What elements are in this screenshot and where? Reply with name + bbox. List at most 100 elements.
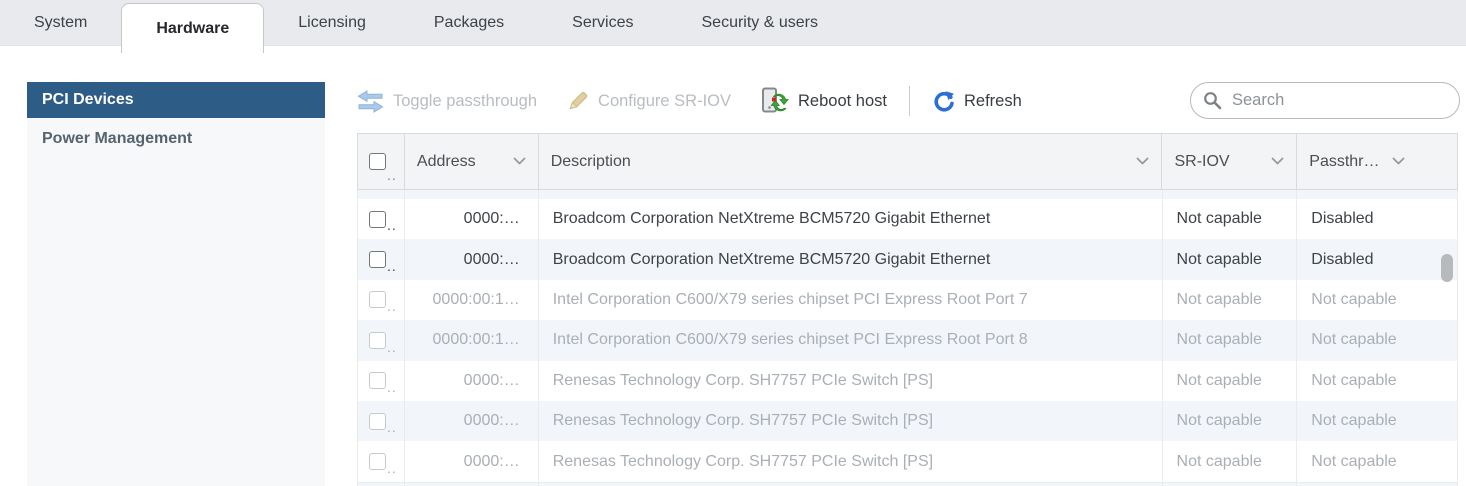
table-row[interactable]: .. 0000:00:1… Intel Corporation C600/X79… <box>358 279 1457 321</box>
configure-sriov-button[interactable]: Configure SR-IOV <box>567 90 731 112</box>
select-all-checkbox[interactable] <box>369 153 386 170</box>
row-checkbox[interactable] <box>369 251 386 269</box>
reboot-host-button[interactable]: Reboot host <box>761 87 887 115</box>
partial-row <box>358 481 1457 486</box>
tab-label: Services <box>572 13 634 31</box>
cell-description: Renesas Technology Corp. SH7757 PCIe Swi… <box>539 441 1163 482</box>
refresh-label: Refresh <box>963 91 1022 110</box>
tab-hardware[interactable]: Hardware <box>121 3 265 53</box>
truncation-dots: .. <box>387 378 397 395</box>
cell-passthrough: Not capable <box>1311 412 1397 430</box>
sidebar-item-label: PCI Devices <box>42 91 134 108</box>
table-row[interactable]: .. 0000:00:1… Intel Corporation C600/X79… <box>358 320 1457 361</box>
toggle-passthrough-label: Toggle passthrough <box>393 91 538 110</box>
sidebar-item-label: Power Management <box>42 130 193 147</box>
cell-sriov: Not capable <box>1163 239 1298 280</box>
sidebar-item-pci-devices[interactable]: PCI Devices <box>27 82 325 118</box>
column-label: Description <box>550 152 631 170</box>
tab-label: Security & users <box>701 13 818 31</box>
table-header-row: .. Address Description SR-IOV Passthr… <box>357 133 1458 190</box>
cell-description: Broadcom Corporation NetXtreme BCM5720 G… <box>539 199 1163 240</box>
tab-label: Packages <box>433 13 505 31</box>
chevron-down-icon[interactable] <box>1271 157 1284 166</box>
truncation-dots: .. <box>387 459 397 476</box>
tab-label: System <box>34 13 88 31</box>
table-body: .. 0000:… Broadcom Corporation NetXtreme… <box>357 190 1458 486</box>
chevron-down-icon[interactable] <box>513 157 526 166</box>
cell-passthrough: Disabled <box>1311 250 1374 268</box>
cell-description: Renesas Technology Corp. SH7757 PCIe Swi… <box>539 360 1163 401</box>
cell-sriov: Not capable <box>1163 279 1298 321</box>
chevron-down-icon[interactable] <box>1136 157 1149 166</box>
truncation-dots: .. <box>387 257 397 274</box>
configure-sriov-label: Configure SR-IOV <box>598 91 731 110</box>
reboot-host-icon <box>761 87 789 115</box>
cell-address: 0000:… <box>405 239 539 280</box>
cell-sriov: Not capable <box>1163 360 1298 401</box>
tab-licensing[interactable]: Licensing <box>264 0 400 45</box>
table-scrollbar-thumb[interactable] <box>1441 254 1453 282</box>
reboot-host-label: Reboot host <box>798 91 887 110</box>
pci-devices-table: .. Address Description SR-IOV Passthr… .… <box>357 133 1458 486</box>
tab-system[interactable]: System <box>0 0 121 45</box>
tab-services[interactable]: Services <box>538 0 667 45</box>
top-tab-bar: System Hardware Licensing Packages Servi… <box>0 0 1466 53</box>
cell-description: Broadcom Corporation NetXtreme BCM5720 G… <box>539 239 1163 280</box>
table-row[interactable]: .. 0000:… Broadcom Corporation NetXtreme… <box>358 199 1457 240</box>
cell-address: 0000:… <box>405 199 539 240</box>
toolbar-separator <box>908 86 910 116</box>
cell-passthrough: Not capable <box>1311 452 1397 470</box>
column-label: Passthr… <box>1309 152 1380 170</box>
chevron-down-icon[interactable] <box>1392 157 1405 166</box>
toggle-passthrough-icon <box>357 89 384 113</box>
pci-devices-toolbar: Toggle passthrough Configure SR-IOV Rebo… <box>357 80 1022 122</box>
tab-label: Licensing <box>298 13 366 31</box>
row-checkbox <box>369 372 386 390</box>
sidebar-item-power-management[interactable]: Power Management <box>27 118 325 160</box>
column-header-description[interactable]: Description <box>539 134 1163 189</box>
table-row[interactable]: .. 0000:… Renesas Technology Corp. SH775… <box>358 441 1457 482</box>
select-all-column-header[interactable]: .. <box>358 134 405 189</box>
cell-description: Renesas Technology Corp. SH7757 PCIe Swi… <box>539 400 1163 442</box>
column-header-address[interactable]: Address <box>405 134 539 189</box>
search-input[interactable] <box>1230 90 1454 111</box>
cell-passthrough: Not capable <box>1311 331 1397 349</box>
truncation-dots: .. <box>387 217 397 234</box>
cell-passthrough: Disabled <box>1311 210 1374 228</box>
tab-packages[interactable]: Packages <box>400 0 538 45</box>
table-row[interactable]: .. 0000:… Renesas Technology Corp. SH775… <box>358 360 1457 401</box>
toggle-passthrough-button[interactable]: Toggle passthrough <box>357 89 538 113</box>
refresh-button[interactable]: Refresh <box>932 90 1022 113</box>
esxi-host-hardware-page: System Hardware Licensing Packages Servi… <box>0 0 1466 486</box>
pencil-icon <box>567 90 589 112</box>
cell-sriov: Not capable <box>1163 441 1298 482</box>
tab-security-users[interactable]: Security & users <box>668 0 852 45</box>
hardware-sidebar: PCI Devices Power Management <box>27 82 325 486</box>
row-checkbox[interactable] <box>369 210 386 228</box>
cell-address: 0000:… <box>405 360 539 401</box>
cell-passthrough: Not capable <box>1311 290 1397 308</box>
cell-sriov: Not capable <box>1163 199 1298 240</box>
table-row[interactable]: .. 0000:… Broadcom Corporation NetXtreme… <box>358 239 1457 280</box>
cell-address: 0000:… <box>405 400 539 442</box>
column-header-sriov[interactable]: SR-IOV <box>1162 134 1298 189</box>
cell-passthrough: Not capable <box>1311 371 1397 389</box>
column-header-passthrough[interactable]: Passthr… <box>1297 134 1457 189</box>
truncation-dots: .. <box>387 338 397 355</box>
truncation-dots: .. <box>387 419 397 436</box>
cell-sriov: Not capable <box>1163 320 1298 361</box>
partial-row <box>358 190 1457 199</box>
cell-description: Intel Corporation C600/X79 series chipse… <box>539 320 1163 361</box>
cell-sriov: Not capable <box>1163 400 1298 442</box>
row-checkbox <box>369 291 386 309</box>
cell-address: 0000:… <box>405 441 539 482</box>
table-row[interactable]: .. 0000:… Renesas Technology Corp. SH775… <box>358 400 1457 442</box>
refresh-icon <box>932 90 955 113</box>
search-box <box>1190 82 1460 119</box>
cell-description: Intel Corporation C600/X79 series chipse… <box>539 279 1163 321</box>
cell-address: 0000:00:1… <box>405 279 539 321</box>
truncation-dots: .. <box>387 298 397 315</box>
truncation-dots: .. <box>387 167 397 183</box>
tab-label: Hardware <box>156 19 230 37</box>
cell-address: 0000:00:1… <box>405 320 539 361</box>
